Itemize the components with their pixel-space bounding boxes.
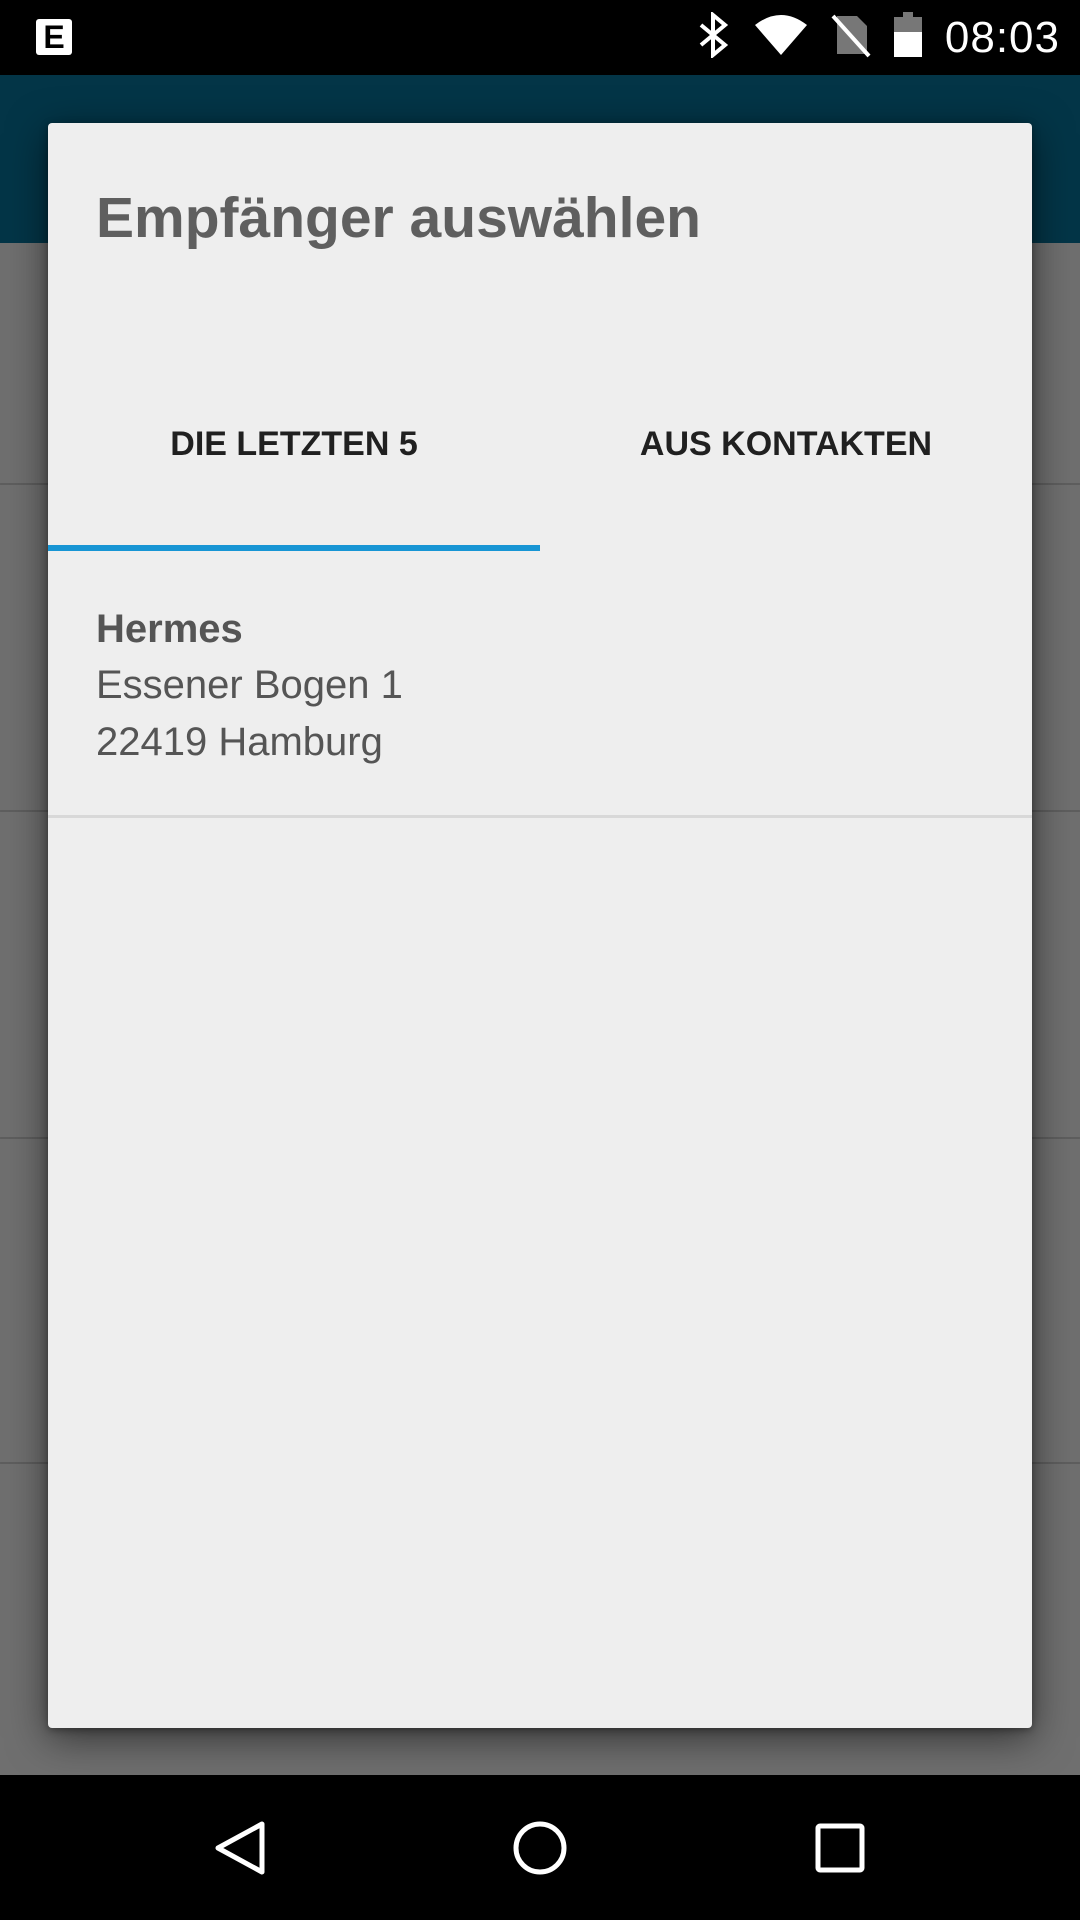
select-recipient-dialog: Empfänger auswählen DIE LETZTEN 5 AUS KO… [48,123,1032,1728]
bluetooth-icon [697,10,731,63]
recipient-street: Essener Bogen 1 [96,663,403,707]
tab-from-contacts[interactable]: AUS KONTAKTEN [540,393,1032,551]
back-icon [215,1821,265,1874]
tab-last-5[interactable]: DIE LETZTEN 5 [48,393,540,551]
recipient-name: Hermes [96,607,243,651]
wifi-icon [753,13,809,62]
status-time: 08:03 [944,12,1060,62]
navigation-bar [0,1775,1080,1920]
status-bar: E 08:03 [0,0,1080,75]
screen: E 08:03 Empfänger auswählen DIE LETZTEN … [0,0,1080,1920]
list-divider [48,815,1032,818]
no-sim-icon [831,12,871,63]
recents-button[interactable] [760,1775,920,1920]
recents-icon [815,1823,865,1872]
battery-icon [893,12,923,63]
tab-bar: DIE LETZTEN 5 AUS KONTAKTEN [48,393,1032,551]
status-icons: 08:03 [697,0,1060,75]
home-icon [513,1821,567,1874]
app-notification-icon: E [36,19,72,55]
tab-label: DIE LETZTEN 5 [170,424,418,463]
back-button[interactable] [160,1775,320,1920]
home-button[interactable] [460,1775,620,1920]
recipient-list-item[interactable]: Hermes Essener Bogen 1 22419 Hamburg [48,551,1032,815]
recipient-city: 22419 Hamburg [96,720,383,764]
dialog-title: Empfänger auswählen [96,186,701,250]
tab-label: AUS KONTAKTEN [639,424,933,463]
